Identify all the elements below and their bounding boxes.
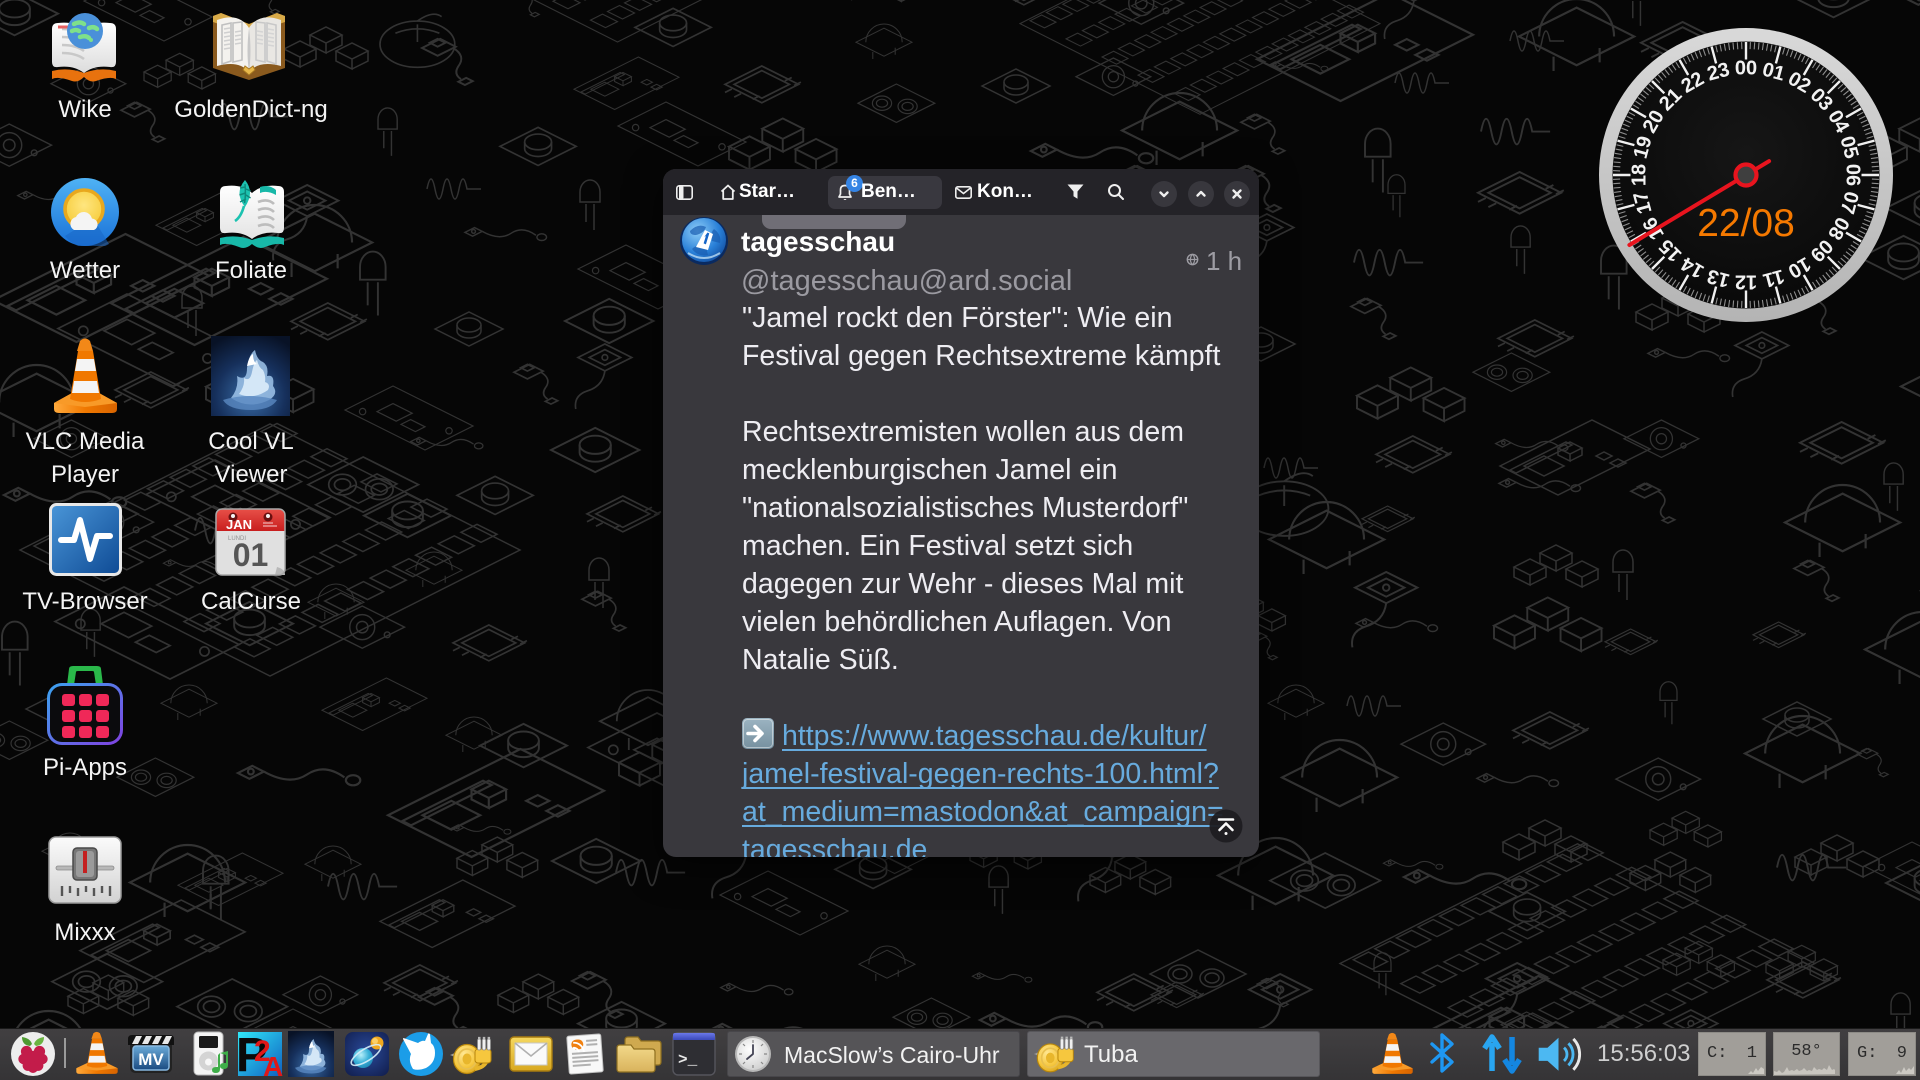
svg-text:MV: MV (138, 1050, 164, 1069)
svg-text:01: 01 (233, 537, 269, 573)
svg-text:18: 18 (1629, 164, 1651, 186)
svg-text:06: 06 (1842, 164, 1864, 186)
svg-text:A: A (263, 1051, 283, 1077)
svg-text:JAN: JAN (226, 517, 252, 532)
svg-text:22/08: 22/08 (1697, 202, 1795, 245)
svg-text:12: 12 (1735, 271, 1757, 293)
svg-text:00: 00 (1735, 58, 1757, 80)
svg-text:>_: >_ (678, 1051, 698, 1069)
